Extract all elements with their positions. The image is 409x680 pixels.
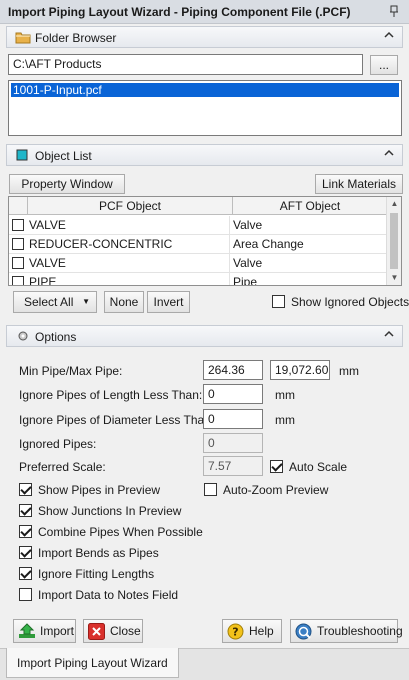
window-title: Import Piping Layout Wizard - Piping Com… bbox=[8, 5, 351, 19]
unit-label: mm bbox=[339, 364, 359, 378]
combine-pipes-label: Combine Pipes When Possible bbox=[38, 525, 203, 539]
table-row[interactable]: VALVE Valve bbox=[9, 254, 387, 273]
unit-label: mm bbox=[275, 413, 295, 427]
pcf-object-cell: PIPE bbox=[29, 275, 57, 286]
troubleshooting-label: Troubleshooting bbox=[317, 624, 403, 638]
aft-object-cell[interactable]: Valve bbox=[229, 254, 379, 273]
close-label: Close bbox=[110, 624, 141, 638]
scroll-thumb[interactable] bbox=[390, 213, 398, 269]
close-button[interactable]: Close bbox=[83, 619, 143, 643]
link-materials-button[interactable]: Link Materials bbox=[315, 174, 403, 194]
pcf-object-cell: VALVE bbox=[29, 218, 66, 232]
help-label: Help bbox=[249, 624, 274, 638]
import-button[interactable]: Import bbox=[13, 619, 76, 643]
tab-import-piping-layout-wizard[interactable]: Import Piping Layout Wizard bbox=[6, 648, 179, 678]
preferred-scale-field[interactable]: 7.57 bbox=[203, 456, 263, 476]
import-bends-checkbox[interactable] bbox=[19, 546, 32, 559]
object-list-header[interactable]: Object List bbox=[6, 144, 403, 166]
table-row[interactable]: VALVE Valve bbox=[9, 216, 387, 235]
help-button[interactable]: ? Help bbox=[222, 619, 282, 643]
column-header-pcf[interactable]: PCF Object bbox=[27, 197, 233, 215]
auto-zoom-checkbox[interactable] bbox=[204, 483, 217, 496]
max-pipe-field[interactable]: 19,072.60 bbox=[270, 360, 330, 380]
tab-strip: Import Piping Layout Wizard bbox=[0, 648, 409, 680]
object-grid[interactable]: PCF Object AFT Object VALVE Valve REDUCE… bbox=[8, 196, 402, 286]
table-row[interactable]: REDUCER-CONCENTRIC Area Change bbox=[9, 235, 387, 254]
ignore-length-label: Ignore Pipes of Length Less Than: bbox=[19, 388, 203, 402]
chevron-up-icon[interactable] bbox=[382, 29, 396, 43]
grid-scrollbar[interactable]: ▲ ▼ bbox=[386, 197, 401, 285]
folder-path-input[interactable]: C:\AFT Products bbox=[8, 54, 363, 75]
options-gear-icon bbox=[15, 329, 31, 343]
preferred-scale-label: Preferred Scale: bbox=[19, 460, 106, 474]
chevron-down-icon: ▼ bbox=[82, 297, 90, 306]
unit-label: mm bbox=[275, 388, 295, 402]
row-checkbox[interactable] bbox=[12, 219, 24, 231]
import-arrow-icon bbox=[18, 623, 36, 646]
ignore-length-field[interactable]: 0 bbox=[203, 384, 263, 404]
show-ignored-checkbox[interactable] bbox=[272, 295, 285, 308]
object-list-title: Object List bbox=[35, 149, 92, 163]
select-all-dropdown[interactable]: Select All ▼ bbox=[13, 291, 97, 313]
aft-object-cell[interactable]: Valve bbox=[229, 216, 379, 235]
aft-object-cell[interactable]: Pipe bbox=[229, 273, 379, 285]
file-list[interactable]: 1001-P-Input.pcf bbox=[8, 80, 402, 136]
show-junctions-label: Show Junctions In Preview bbox=[38, 504, 182, 518]
folder-browser-header[interactable]: Folder Browser bbox=[6, 26, 403, 48]
chevron-up-icon[interactable] bbox=[382, 328, 396, 342]
window-titlebar: Import Piping Layout Wizard - Piping Com… bbox=[0, 0, 409, 24]
auto-scale-label: Auto Scale bbox=[289, 460, 348, 474]
import-label: Import bbox=[40, 624, 75, 638]
folder-browser-title: Folder Browser bbox=[35, 31, 117, 45]
ignore-diameter-field[interactable]: 0 bbox=[203, 409, 263, 429]
invert-button[interactable]: Invert bbox=[147, 291, 190, 313]
browse-button[interactable]: ... bbox=[370, 55, 398, 75]
folder-icon bbox=[15, 30, 31, 44]
show-ignored-label: Show Ignored Objects bbox=[291, 295, 409, 309]
none-button[interactable]: None bbox=[104, 291, 144, 313]
ignored-pipes-field: 0 bbox=[203, 433, 263, 453]
auto-scale-checkbox[interactable] bbox=[270, 460, 283, 473]
combine-pipes-checkbox[interactable] bbox=[19, 525, 32, 538]
min-max-pipe-label: Min Pipe/Max Pipe: bbox=[19, 364, 123, 378]
import-notes-checkbox[interactable] bbox=[19, 588, 32, 601]
import-notes-label: Import Data to Notes Field bbox=[38, 588, 179, 602]
ignore-fitting-lengths-checkbox[interactable] bbox=[19, 567, 32, 580]
object-list-icon bbox=[15, 148, 31, 162]
troubleshooting-icon bbox=[295, 623, 313, 647]
close-icon bbox=[88, 623, 105, 647]
chevron-up-icon[interactable] bbox=[382, 147, 396, 161]
ignore-diameter-label: Ignore Pipes of Diameter Less Than: bbox=[19, 413, 215, 427]
troubleshooting-button[interactable]: Troubleshooting bbox=[290, 619, 403, 643]
show-pipes-label: Show Pipes in Preview bbox=[38, 483, 161, 497]
property-window-button[interactable]: Property Window bbox=[9, 174, 125, 194]
table-row[interactable]: PIPE Pipe bbox=[9, 273, 387, 286]
show-junctions-checkbox[interactable] bbox=[19, 504, 32, 517]
pin-icon[interactable] bbox=[387, 4, 401, 18]
svg-text:?: ? bbox=[232, 626, 238, 639]
options-title: Options bbox=[35, 330, 77, 344]
ignore-fitting-lengths-label: Ignore Fitting Lengths bbox=[38, 567, 155, 581]
aft-object-cell[interactable]: Area Change bbox=[229, 235, 379, 254]
select-all-label: Select All bbox=[24, 295, 74, 309]
scroll-up-icon[interactable]: ▲ bbox=[387, 197, 401, 211]
row-checkbox[interactable] bbox=[12, 238, 24, 250]
import-bends-label: Import Bends as Pipes bbox=[38, 546, 159, 560]
help-icon: ? bbox=[227, 623, 245, 647]
scroll-down-icon[interactable]: ▼ bbox=[387, 271, 401, 285]
file-list-item[interactable]: 1001-P-Input.pcf bbox=[11, 83, 399, 97]
show-pipes-checkbox[interactable] bbox=[19, 483, 32, 496]
grid-header: PCF Object AFT Object bbox=[9, 197, 387, 215]
row-checkbox[interactable] bbox=[12, 257, 24, 269]
ignored-pipes-label: Ignored Pipes: bbox=[19, 437, 97, 451]
pcf-object-cell: REDUCER-CONCENTRIC bbox=[29, 237, 173, 251]
options-header[interactable]: Options bbox=[6, 325, 403, 347]
column-header-aft[interactable]: AFT Object bbox=[233, 197, 387, 215]
min-pipe-field[interactable]: 264.36 bbox=[203, 360, 263, 380]
row-checkbox[interactable] bbox=[12, 276, 24, 285]
pcf-object-cell: VALVE bbox=[29, 256, 66, 270]
auto-zoom-label: Auto-Zoom Preview bbox=[223, 483, 329, 497]
